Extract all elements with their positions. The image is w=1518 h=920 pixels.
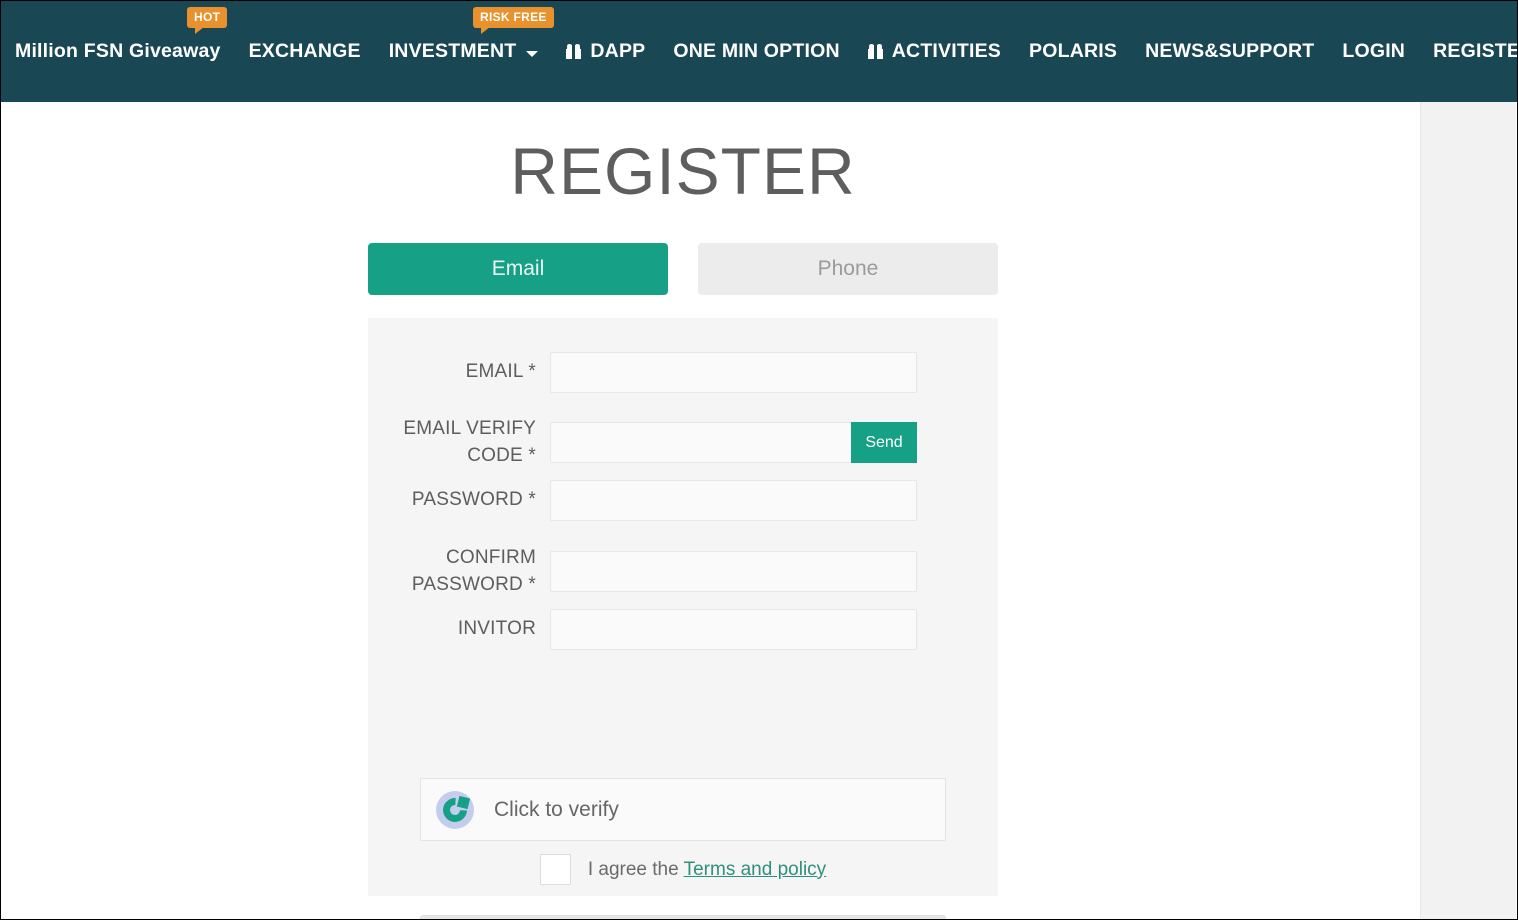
form-row-invitor: INVITOR <box>368 609 998 650</box>
invitor-label: INVITOR <box>457 618 536 640</box>
tab-email[interactable]: Email <box>368 243 668 295</box>
confirm-password-label: CONFIRM PASSWORD * <box>411 547 536 595</box>
nav-dapp-label: DAPP <box>590 40 646 62</box>
nav-news-support[interactable]: NEWS&SUPPORT <box>1145 1 1314 102</box>
invitor-input[interactable] <box>550 609 917 650</box>
hot-badge: HOT <box>187 7 228 34</box>
captcha-label: Click to verify <box>494 797 619 821</box>
form-row-password: PASSWORD * <box>368 480 998 521</box>
password-field-wrap <box>550 480 917 521</box>
register-form-panel: EMAIL * EMAIL VERIFY CODE * Send PASSWOR… <box>368 318 998 919</box>
browser-page: HOT RISK FREE Million FSN Giveaway EXCHA… <box>0 0 1518 920</box>
tab-phone[interactable]: Phone <box>698 243 998 295</box>
nav-one-min-option-label: ONE MIN OPTION <box>673 40 840 62</box>
nav-exchange[interactable]: EXCHANGE <box>249 1 361 102</box>
vertical-scrollbar[interactable] <box>1420 101 1516 919</box>
email-label: EMAIL * <box>465 361 536 383</box>
terms-agreement-row: I agree the Terms and policy <box>368 854 998 885</box>
captcha-verify-button[interactable]: Click to verify <box>420 778 946 841</box>
email-verify-code-field-wrap: Send <box>550 422 917 464</box>
captcha-slider-icon <box>436 790 474 829</box>
nav-register-label: REGISTER <box>1433 40 1517 62</box>
page-title: REGISTER <box>510 134 856 208</box>
register-submit-button[interactable]: Register <box>420 915 946 919</box>
nav-polaris[interactable]: POLARIS <box>1029 1 1117 102</box>
invitor-field-wrap <box>550 609 917 650</box>
nav-news-support-label: NEWS&SUPPORT <box>1145 40 1315 62</box>
send-code-button[interactable]: Send <box>851 422 917 464</box>
top-navigation-bar: HOT RISK FREE Million FSN Giveaway EXCHA… <box>1 1 1517 102</box>
nav-activities-label: ACTIVITIES <box>891 40 1002 62</box>
password-input[interactable] <box>550 480 917 521</box>
confirm-password-input[interactable] <box>550 551 917 593</box>
gift-icon <box>566 43 582 59</box>
risk-free-badge: RISK FREE <box>473 7 554 34</box>
gift-icon <box>867 43 883 59</box>
chevron-down-icon <box>526 50 539 57</box>
register-method-tabs: Email Phone <box>368 243 998 295</box>
email-field-wrap <box>550 352 917 393</box>
terms-prefix-label: I agree the <box>587 858 679 880</box>
nav-login[interactable]: LOGIN <box>1342 1 1405 102</box>
page-content: REGISTER Email Phone EMAIL * EMAIL VERIF… <box>2 102 1422 919</box>
nav-activities[interactable]: ACTIVITIES <box>867 1 1002 102</box>
nav-dapp[interactable]: DAPP <box>566 1 645 102</box>
form-row-confirm-password: CONFIRM PASSWORD * <box>368 545 998 599</box>
terms-checkbox[interactable] <box>539 854 571 885</box>
nav-exchange-label: EXCHANGE <box>248 40 361 62</box>
password-label: PASSWORD * <box>411 489 536 511</box>
terms-text: I agree the Terms and policy <box>588 859 826 881</box>
email-input[interactable] <box>550 352 917 393</box>
terms-and-policy-link[interactable]: Terms and policy <box>684 859 827 880</box>
nav-register[interactable]: REGISTER <box>1433 1 1517 102</box>
form-row-email: EMAIL * <box>368 352 998 393</box>
nav-polaris-label: POLARIS <box>1029 40 1118 62</box>
nav-item-list: Million FSN Giveaway EXCHANGE INVESTMENT… <box>15 1 1517 102</box>
email-verify-code-label: EMAIL VERIFY CODE * <box>403 418 536 466</box>
nav-one-min-option[interactable]: ONE MIN OPTION <box>673 1 839 102</box>
form-row-email-verify-code: EMAIL VERIFY CODE * Send <box>368 416 998 470</box>
confirm-password-field-wrap <box>550 551 917 593</box>
nav-login-label: LOGIN <box>1342 40 1406 62</box>
